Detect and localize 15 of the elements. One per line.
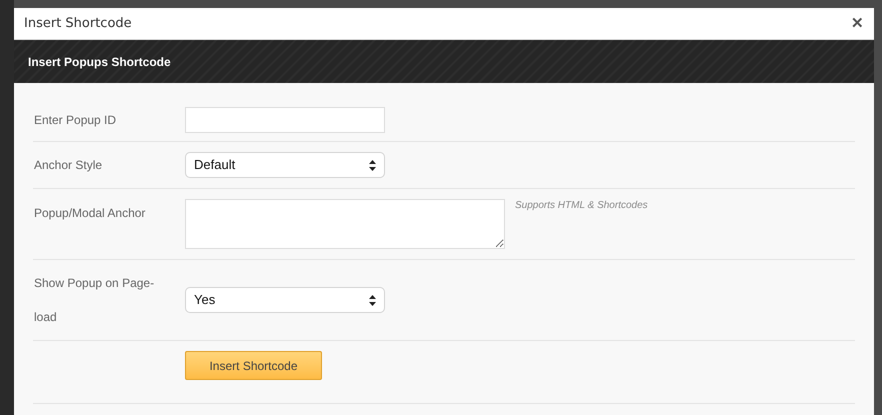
field-label: Popup/Modal Anchor (34, 205, 146, 222)
dialog-title: Insert Shortcode (24, 14, 132, 33)
select-arrows-icon (369, 160, 376, 170)
dropdown-select[interactable]: Yes (185, 287, 385, 313)
select-arrows-icon (369, 294, 376, 306)
section-title: Insert Popups Shortcode (28, 54, 171, 70)
anchor-text-field[interactable] (185, 199, 505, 249)
field-label: Enter Popup ID (34, 112, 118, 129)
field-hint: Supports HTML & Shortcodes (515, 199, 648, 213)
insert-shortcode-button[interactable]: Insert Shortcode (185, 351, 322, 380)
field-label: Anchor Style (34, 157, 104, 174)
field-label: Show Popup on Page-load (34, 275, 156, 326)
close-button[interactable]: ✕ (851, 16, 864, 31)
dropdown-select[interactable]: Default (185, 152, 385, 178)
popup-id-field[interactable] (185, 107, 385, 133)
